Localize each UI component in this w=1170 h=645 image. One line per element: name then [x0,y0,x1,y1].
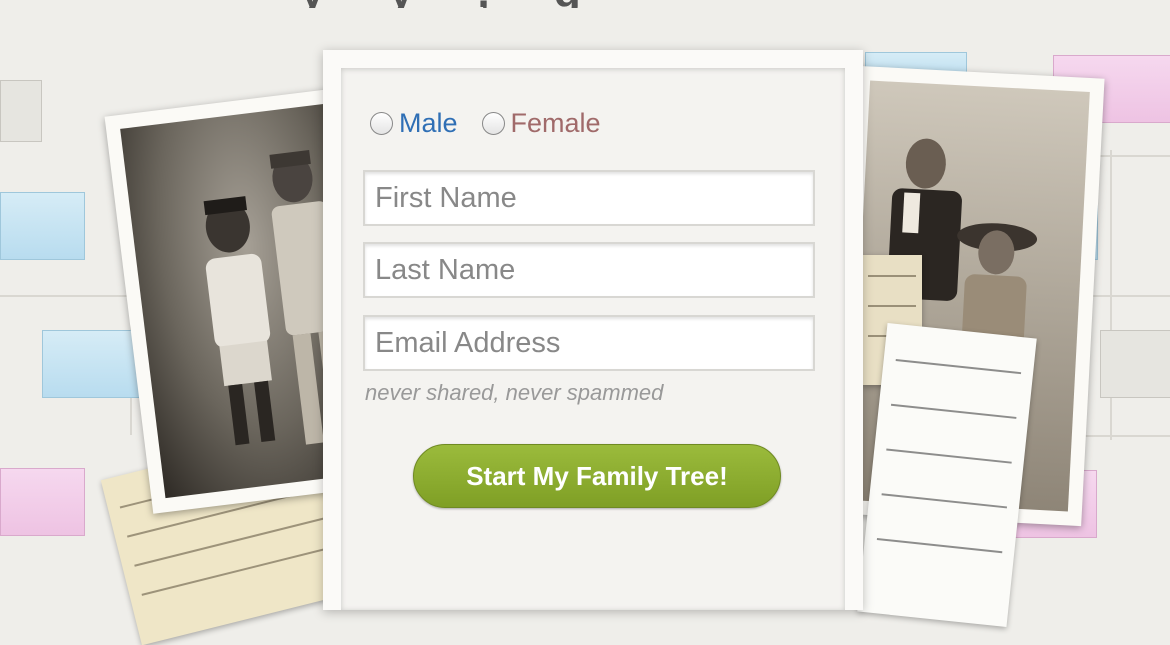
gender-option-male[interactable]: Male [370,108,458,139]
first-name-field[interactable] [363,170,815,226]
gender-selector: Male Female [370,108,625,139]
male-label[interactable]: Male [399,108,458,139]
tree-box [0,192,85,260]
tree-box [0,468,85,536]
male-radio[interactable] [370,112,393,135]
last-name-field[interactable] [363,242,815,298]
tree-box [0,80,42,142]
privacy-note: never shared, never spammed [365,380,664,405]
email-field[interactable] [363,315,815,371]
signup-card: Male Female never shared, never spammed … [323,50,863,610]
female-label[interactable]: Female [511,108,601,139]
gender-option-female[interactable]: Female [481,108,601,139]
signup-form: Male Female never shared, never spammed … [341,68,845,610]
start-family-tree-button[interactable]: Start My Family Tree! [413,444,781,508]
tree-box [1100,330,1170,398]
page-headline: y y , g [300,0,920,8]
record-card-image [857,322,1037,628]
female-radio[interactable] [481,112,505,135]
